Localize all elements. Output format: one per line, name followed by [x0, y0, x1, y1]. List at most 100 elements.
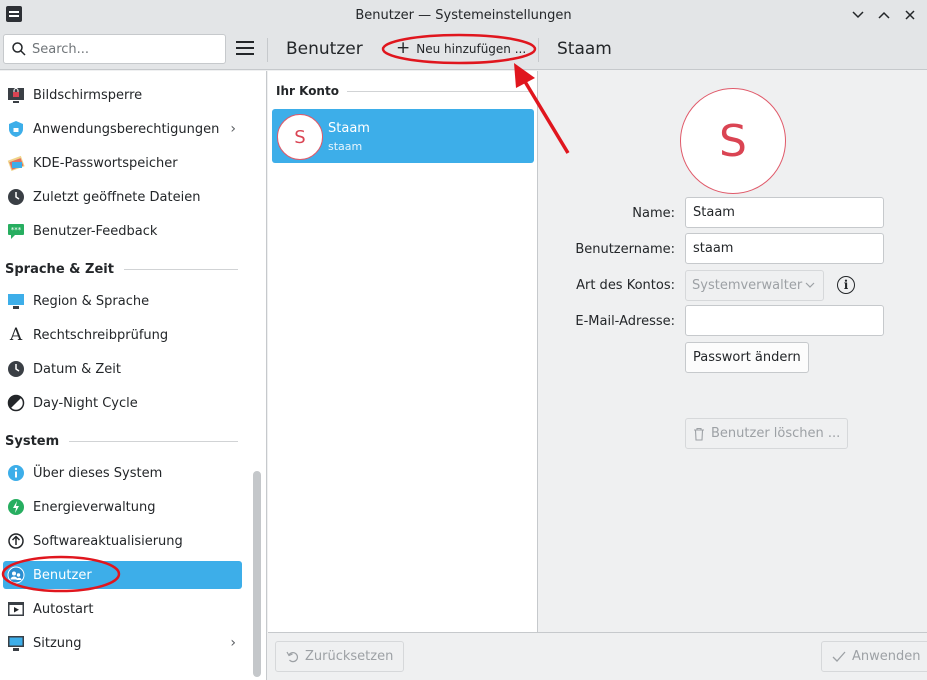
- sidebar-item-label: KDE-Passwortspeicher: [33, 155, 178, 171]
- undo-icon: [286, 651, 299, 663]
- sidebar-item-autostart[interactable]: Autostart: [3, 595, 242, 623]
- sidebar-scrollbar[interactable]: [253, 471, 261, 677]
- avatar: S: [277, 114, 323, 160]
- sidebar-item-power[interactable]: Energieverwaltung: [3, 493, 242, 521]
- power-icon: [7, 498, 25, 516]
- chevron-right-icon: ›: [230, 121, 236, 137]
- autostart-icon: [7, 600, 25, 618]
- close-icon[interactable]: [899, 4, 921, 26]
- chevron-right-icon: ›: [230, 635, 236, 651]
- day-night-icon: [7, 394, 25, 412]
- info-icon[interactable]: i: [837, 276, 855, 294]
- search-box[interactable]: [3, 34, 226, 64]
- sidebar-item-label: Benutzer: [33, 567, 92, 583]
- chevron-down-icon[interactable]: [847, 4, 869, 26]
- page-title: Benutzer: [286, 39, 363, 59]
- window-title: Benutzer — Systemeinstellungen: [355, 7, 572, 23]
- chevron-down-icon: [805, 280, 815, 291]
- window-controls: [847, 4, 921, 26]
- reset-button[interactable]: Zurücksetzen: [275, 641, 405, 672]
- reset-label: Zurücksetzen: [305, 649, 394, 664]
- session-icon: [7, 634, 25, 652]
- apply-label: Anwenden: [852, 649, 921, 664]
- lock-screen-icon: [7, 86, 25, 104]
- info-icon: [7, 464, 25, 482]
- title-bar: Benutzer — Systemeinstellungen: [0, 0, 927, 30]
- sidebar-item-recent-files[interactable]: Zuletzt geöffnete Dateien: [3, 183, 242, 211]
- sidebar-item-software-update[interactable]: Softwareaktualisierung: [3, 527, 242, 555]
- sidebar-item-label: Region & Sprache: [33, 293, 150, 309]
- trash-icon: [694, 427, 704, 441]
- selected-user-title: Staam: [557, 39, 612, 59]
- sidebar-item-label: Energieverwaltung: [33, 499, 156, 515]
- add-user-button[interactable]: + Neu hinzufügen ...: [386, 38, 536, 60]
- sidebar-item-label: Benutzer-Feedback: [33, 223, 158, 239]
- delete-user-label: Benutzer löschen ...: [711, 426, 841, 441]
- app-icon[interactable]: [6, 6, 22, 22]
- sidebar-item-label: Zuletzt geöffnete Dateien: [33, 189, 201, 205]
- email-label: E-Mail-Adresse:: [575, 314, 675, 329]
- section-your-account: Ihr Konto: [276, 83, 530, 99]
- user-list-name: Staam: [328, 121, 370, 136]
- sidebar-item-app-permissions[interactable]: Anwendungsberechtigungen ›: [3, 115, 242, 143]
- footer-bar: Zurücksetzen Anwenden: [268, 632, 927, 680]
- sidebar-item-wallet[interactable]: KDE-Passwortspeicher: [3, 149, 242, 177]
- sidebar-item-date-time[interactable]: Datum & Zeit: [3, 355, 242, 383]
- plus-icon: +: [396, 37, 411, 58]
- sidebar-item-region[interactable]: Region & Sprache: [3, 287, 242, 315]
- shield-icon: [7, 120, 25, 138]
- user-list-login: staam: [328, 140, 363, 153]
- sidebar-item-label: Sitzung: [33, 635, 82, 651]
- add-user-label: Neu hinzufügen ...: [416, 42, 527, 56]
- sidebar-item-label: Bildschirmsperre: [33, 87, 143, 103]
- user-list-panel: Ihr Konto S Staam staam: [268, 71, 538, 632]
- delete-user-button[interactable]: Benutzer löschen ...: [685, 418, 849, 449]
- account-type-value: Systemverwalter: [692, 278, 803, 293]
- sidebar-item-label: Softwareaktualisierung: [33, 533, 183, 549]
- section-language-time: Sprache & Zeit: [5, 259, 238, 279]
- chevron-up-icon[interactable]: [873, 4, 895, 26]
- sidebar-item-about-system[interactable]: Über dieses System: [3, 459, 242, 487]
- username-label: Benutzername:: [575, 242, 675, 257]
- clock-icon: [7, 360, 25, 378]
- sidebar-item-day-night[interactable]: Day-Night Cycle: [3, 389, 242, 417]
- sidebar-item-label: Datum & Zeit: [33, 361, 121, 377]
- email-field[interactable]: [685, 305, 884, 336]
- search-icon: [12, 42, 26, 56]
- wallet-icon: [7, 154, 25, 172]
- username-field[interactable]: [685, 233, 884, 264]
- spellcheck-icon: A: [9, 325, 23, 345]
- feedback-icon: ***: [7, 222, 25, 240]
- search-input[interactable]: [32, 41, 212, 57]
- divider: [267, 38, 268, 62]
- user-detail-panel: S Name: Benutzername: Art des Kontos: Sy…: [539, 71, 927, 632]
- sidebar-item-label: Autostart: [33, 601, 94, 617]
- account-type-label: Art des Kontos:: [576, 278, 675, 293]
- sidebar-item-label: Anwendungsberechtigungen: [33, 121, 220, 137]
- update-icon: [7, 532, 25, 550]
- change-password-button[interactable]: Passwort ändern: [685, 342, 809, 373]
- section-system: System: [5, 431, 238, 451]
- users-icon: [7, 566, 25, 584]
- account-type-select[interactable]: Systemverwalter: [685, 270, 824, 301]
- sidebar-item-spellcheck[interactable]: A Rechtschreibprüfung: [3, 321, 242, 349]
- sidebar-item-label: Rechtschreibprüfung: [33, 327, 169, 343]
- region-icon: [7, 292, 25, 310]
- sidebar-item-feedback[interactable]: *** Benutzer-Feedback: [3, 217, 242, 245]
- sidebar-item-users[interactable]: Benutzer: [3, 561, 242, 589]
- svg-text:***: ***: [11, 226, 22, 234]
- name-label: Name:: [632, 206, 675, 221]
- name-field[interactable]: [685, 197, 884, 228]
- user-avatar-large[interactable]: S: [680, 88, 786, 194]
- user-list-item[interactable]: S Staam staam: [272, 109, 534, 163]
- apply-button[interactable]: Anwenden: [821, 641, 927, 672]
- sidebar-item-label: Day-Night Cycle: [33, 395, 138, 411]
- header-toolbar: Benutzer + Neu hinzufügen ... Staam: [0, 30, 927, 70]
- checkmark-icon: [832, 651, 846, 662]
- sidebar-item-lock-screen[interactable]: Bildschirmsperre: [3, 81, 242, 109]
- sidebar-item-session[interactable]: Sitzung ›: [3, 629, 242, 657]
- hamburger-menu-icon[interactable]: [236, 41, 254, 55]
- divider: [538, 38, 539, 62]
- change-password-label: Passwort ändern: [693, 350, 801, 365]
- clock-icon: [7, 188, 25, 206]
